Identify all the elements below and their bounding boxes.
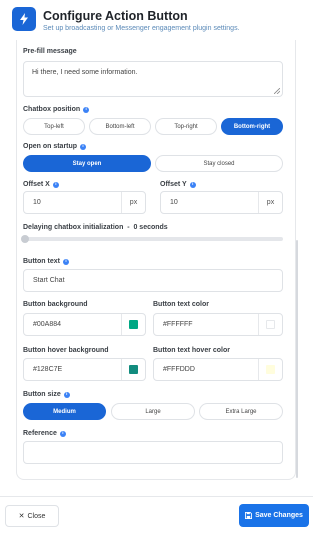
button-text-input[interactable]: Start Chat [23,269,283,292]
info-icon[interactable]: i [83,106,90,113]
open-on-startup-label: Open on startup i [23,143,87,150]
position-option-top-left[interactable]: Top-left [23,118,85,135]
position-option-bottom-left[interactable]: Bottom-left [89,118,151,135]
button-size-label: Button size i [23,391,70,398]
button-text-color-input[interactable]: #FFFFFF [153,313,283,336]
button-hover-background-value: #128C7E [33,366,63,373]
offset-y-unit: px [258,192,282,213]
startup-option-stay-open[interactable]: Stay open [23,155,151,172]
button-text-color-value: #FFFFFF [163,321,193,328]
color-swatch [129,365,138,374]
offset-x-label: Offset X i [23,181,59,188]
modal-header: Configure Action Button Set up broadcast… [0,0,313,40]
offset-y-input[interactable]: 10 px [160,191,283,214]
button-text-hover-color-input[interactable]: #FFFDDD [153,358,283,381]
button-text-label: Button text i [23,258,69,265]
offset-x-input[interactable]: 10 px [23,191,146,214]
button-background-label: Button background [23,301,88,308]
modal-title: Configure Action Button [43,9,188,23]
close-button[interactable]: ✕ Close [5,505,59,527]
button-background-swatch[interactable] [121,314,145,335]
size-option-medium[interactable]: Medium [23,403,106,420]
bolt-icon [12,7,36,31]
close-icon: ✕ [18,513,25,520]
button-text-value: Start Chat [33,277,65,284]
size-option-extra-large[interactable]: Extra Large [199,403,283,420]
chatbox-position-label: Chatbox position i [23,106,90,113]
save-icon [245,512,253,519]
footer-divider [0,496,313,497]
button-text-hover-color-label: Button text hover color [153,347,231,354]
info-icon[interactable]: i [189,181,196,188]
reference-input[interactable] [23,441,283,464]
color-swatch [266,365,275,374]
button-hover-background-input[interactable]: #128C7E [23,358,146,381]
info-icon[interactable]: i [63,391,70,398]
prefill-label: Pre-fill message [23,48,77,55]
delay-label: Delaying chatbox initialization - 0 seco… [23,224,168,231]
position-option-top-right[interactable]: Top-right [155,118,217,135]
save-changes-button[interactable]: Save Changes [239,504,309,527]
info-icon[interactable]: i [52,181,59,188]
prefill-value: Hi there, I need some information. [32,69,138,76]
button-hover-background-label: Button hover background [23,347,109,354]
reference-label: Reference i [23,430,66,437]
offset-y-label: Offset Y i [160,181,196,188]
button-text-hover-color-value: #FFFDDD [163,366,195,373]
delay-slider-thumb[interactable] [21,235,29,243]
resize-handle-icon[interactable] [274,88,280,94]
size-option-large[interactable]: Large [111,403,195,420]
info-icon[interactable]: i [62,258,69,265]
button-text-color-swatch[interactable] [258,314,282,335]
info-icon[interactable]: i [59,430,66,437]
color-swatch [266,320,275,329]
button-background-value: #00A884 [33,321,62,328]
prefill-textarea[interactable]: Hi there, I need some information. [23,61,283,97]
position-option-bottom-right[interactable]: Bottom-right [221,118,283,135]
modal-subtitle: Set up broadcasting or Messenger engagem… [43,25,240,32]
panel-scrollbar[interactable] [296,240,298,478]
offset-x-unit: px [121,192,145,213]
info-icon[interactable]: i [80,143,87,150]
button-background-input[interactable]: #00A884 [23,313,146,336]
offset-x-value: 10 [33,199,41,206]
startup-option-stay-closed[interactable]: Stay closed [155,155,283,172]
color-swatch [129,320,138,329]
button-hover-background-swatch[interactable] [121,359,145,380]
offset-y-value: 10 [170,199,178,206]
button-text-color-label: Button text color [153,301,209,308]
delay-slider-track[interactable] [23,237,283,241]
button-text-hover-color-swatch[interactable] [258,359,282,380]
